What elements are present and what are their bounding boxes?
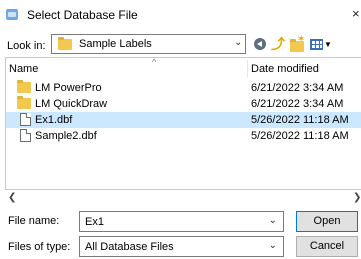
file-icon <box>20 113 31 126</box>
column-divider[interactable] <box>247 60 248 77</box>
cancel-button[interactable]: Cancel <box>296 236 358 257</box>
list-item[interactable]: LM QuickDraw 6/21/2022 3:34 AM <box>6 96 361 112</box>
item-name: Sample2.dbf <box>35 130 97 142</box>
title-bar: Select Database File × <box>0 0 361 30</box>
item-date: 6/21/2022 3:34 AM <box>251 98 344 110</box>
scroll-left-icon[interactable]: ❮ <box>8 192 16 203</box>
list-item-selected[interactable]: Ex1.dbf 5/26/2022 11:18 AM <box>6 112 361 128</box>
window-title: Select Database File <box>27 8 138 22</box>
folder-icon <box>58 37 72 50</box>
item-name: LM PowerPro <box>35 82 102 94</box>
column-header-date-modified[interactable]: Date modified <box>251 63 319 75</box>
sort-ascending-icon: ^ <box>152 57 157 67</box>
look-in-label: Look in: <box>7 40 46 52</box>
file-icon <box>20 129 31 142</box>
item-name: LM QuickDraw <box>35 98 108 110</box>
horizontal-scrollbar[interactable]: ❮ ❯ <box>5 192 361 206</box>
open-button[interactable]: Open <box>296 211 358 232</box>
item-date: 5/26/2022 11:18 AM <box>251 130 349 142</box>
folder-icon <box>17 80 31 93</box>
file-type-dropdown[interactable]: All Database Files ⌄ <box>79 236 284 257</box>
column-header-name[interactable]: Name <box>9 63 38 75</box>
app-window-icon <box>6 9 18 20</box>
back-icon[interactable] <box>252 36 268 52</box>
look-in-value: Sample Labels <box>79 38 152 50</box>
item-date: 5/26/2022 11:18 AM <box>251 114 349 126</box>
folder-icon <box>17 96 31 109</box>
scroll-right-icon[interactable]: ❯ <box>353 192 361 203</box>
file-type-value: All Database Files <box>85 241 174 253</box>
chevron-down-icon: ⌄ <box>234 37 243 48</box>
chevron-down-icon[interactable]: ⌄ <box>269 215 277 226</box>
new-folder-icon[interactable]: ✶ <box>289 34 305 52</box>
list-item[interactable]: LM PowerPro 6/21/2022 3:34 AM <box>6 80 361 96</box>
file-name-value: Ex1 <box>85 216 104 228</box>
file-name-label: File name: <box>8 215 60 227</box>
file-type-label-visible: Files of type: <box>8 241 71 253</box>
list-item[interactable]: Sample2.dbf 5/26/2022 11:18 AM <box>6 128 361 144</box>
chevron-down-icon[interactable]: ⌄ <box>269 240 277 251</box>
file-list[interactable]: ^ Name Date modified LM PowerPro 6/21/20… <box>5 57 361 190</box>
view-menu-icon[interactable]: ▼ <box>309 36 333 52</box>
item-name: Ex1.dbf <box>35 114 73 126</box>
file-name-field[interactable]: Ex1 ⌄ <box>79 211 284 232</box>
look-in-dropdown[interactable]: Sample Labels ⌄ <box>51 34 246 54</box>
up-folder-icon[interactable]: ⤴ <box>270 36 286 52</box>
item-date: 6/21/2022 3:34 AM <box>251 82 344 94</box>
close-icon[interactable]: × <box>352 6 360 21</box>
